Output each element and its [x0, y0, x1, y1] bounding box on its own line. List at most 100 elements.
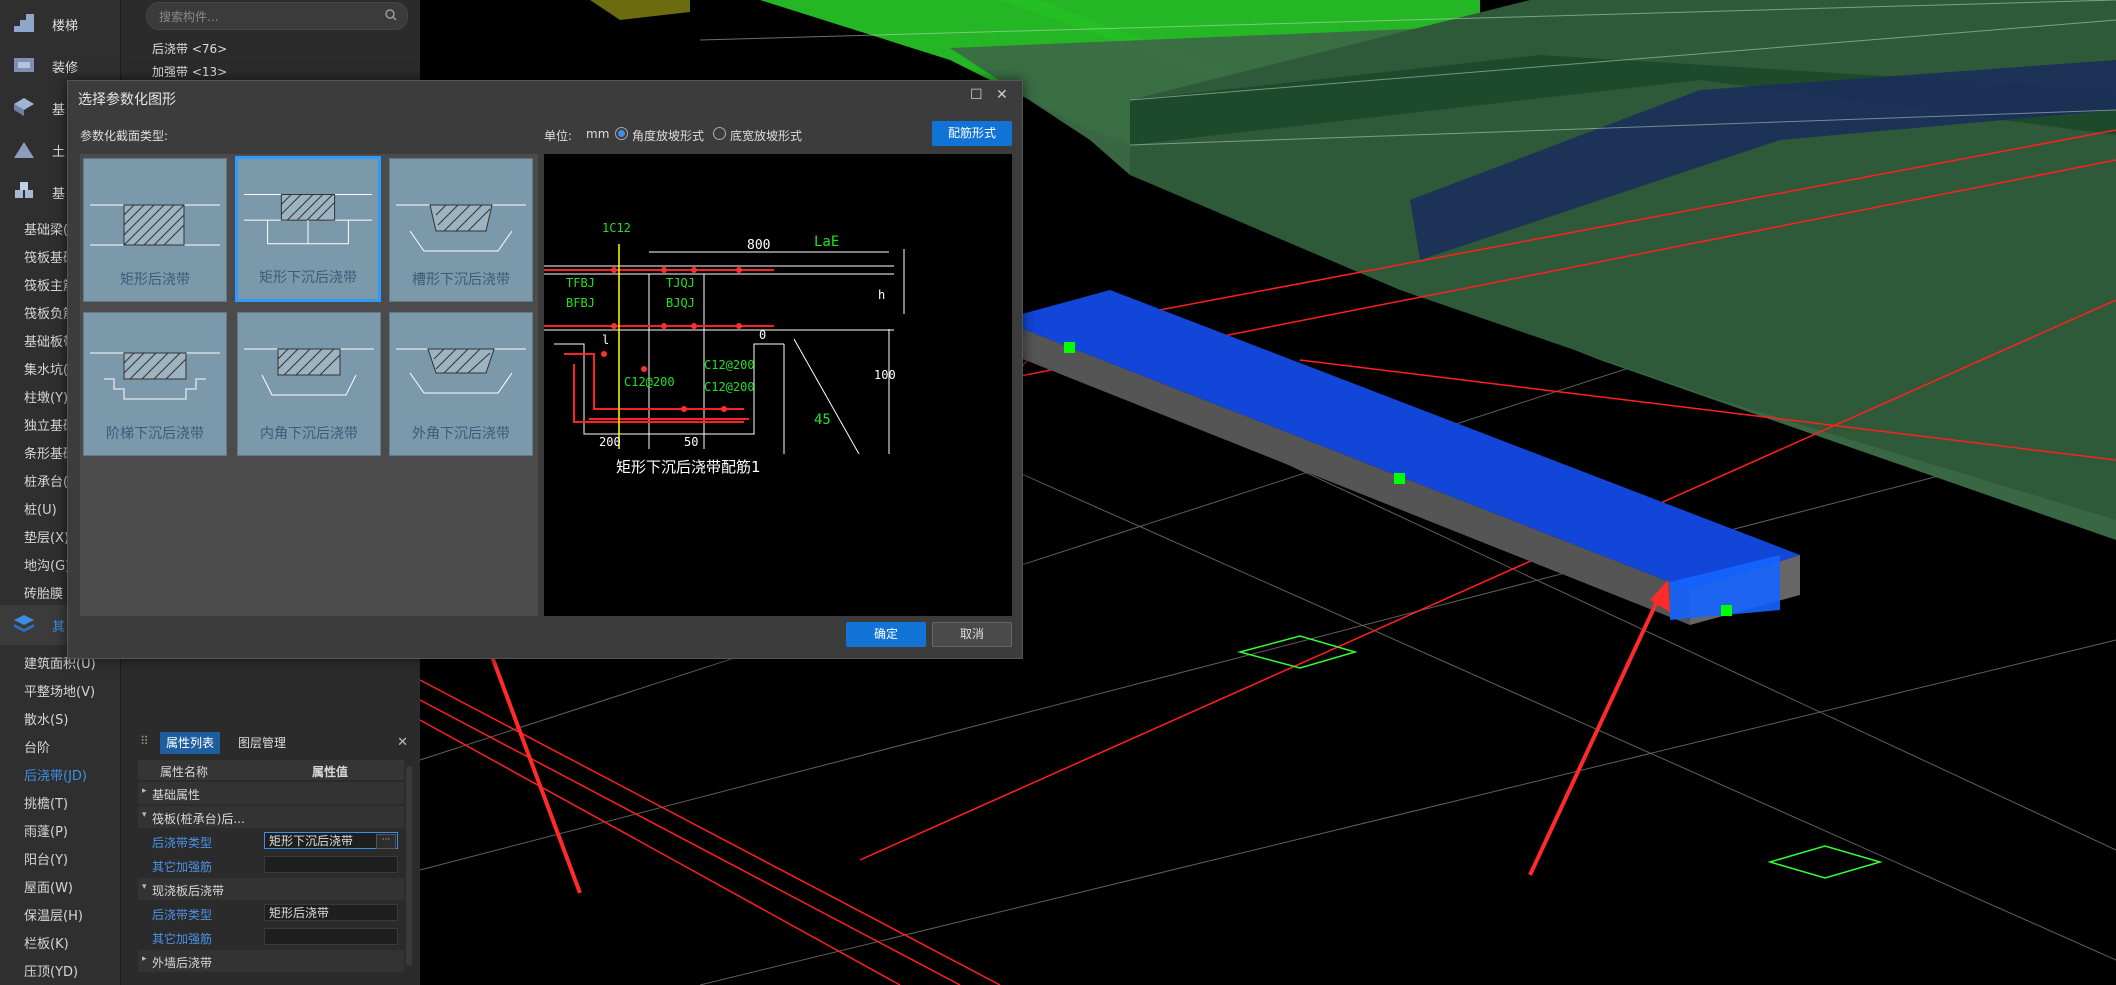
unit-value: mm: [586, 127, 610, 141]
tab-property-list[interactable]: 属性列表: [160, 732, 221, 754]
parametric-shape-dialog: 选择参数化图形 ☐ ✕ 参数化截面类型: 单位: mm 角度放坡形式 底宽放坡形…: [67, 80, 1023, 659]
nav-item[interactable]: 桩承台(: [24, 471, 68, 490]
nav-item[interactable]: 集水坑(: [24, 359, 68, 378]
nav-item[interactable]: 平整场地(V): [24, 681, 95, 700]
thumb-caption: 矩形后浇带: [120, 272, 190, 288]
col-value: 属性值: [312, 765, 349, 779]
nav-item[interactable]: 地沟(G): [24, 555, 70, 574]
scrollbar[interactable]: [406, 766, 412, 966]
nav-item[interactable]: 雨蓬(P): [24, 821, 68, 840]
nav-category-stair[interactable]: 楼梯: [0, 4, 120, 44]
label-800: 800: [747, 238, 770, 253]
nav-item[interactable]: 压顶(YD): [24, 961, 78, 980]
foundation-block-icon: [15, 182, 33, 198]
tab-layer-manager[interactable]: 图层管理: [232, 732, 292, 754]
thumb-caption: 内角下沉后浇带: [260, 426, 358, 442]
property-header: 属性名称 属性值: [138, 760, 404, 780]
extra-rebar-field[interactable]: [264, 928, 398, 945]
thumbnail-grid: 矩形后浇带 矩形下沉后浇带 槽形下沉后浇带 阶梯下沉后浇带 内角下沉后浇带 外角…: [80, 154, 538, 616]
close-icon[interactable]: ✕: [397, 735, 408, 750]
label-bjqj: BJQJ: [666, 296, 695, 310]
nav-item[interactable]: 屋面(W): [24, 877, 73, 896]
rebar-form-button[interactable]: 配筋形式: [932, 121, 1012, 146]
nav-category-label: 基: [52, 103, 66, 118]
property-group[interactable]: ▸ 基础属性: [138, 782, 404, 804]
thumb-inner-corner-sunk[interactable]: 内角下沉后浇带: [237, 312, 381, 456]
layers-icon: [14, 615, 34, 632]
thumb-caption: 阶梯下沉后浇带: [106, 426, 204, 442]
collapse-icon: ▾: [142, 882, 147, 892]
nav-item-post-pour-strip[interactable]: 后浇带(JD): [24, 765, 87, 784]
tree-item[interactable]: 后浇带 <76>: [152, 40, 227, 57]
property-panel: ⠿ 属性列表 图层管理 ✕ 属性名称 属性值 ▸ 基础属性 ▾ 筏板(桩承台)后..…: [136, 726, 416, 985]
thumb-trough-sunk[interactable]: 槽形下沉后浇带: [389, 158, 533, 302]
property-tabs: ⠿ 属性列表 图层管理 ✕: [136, 730, 416, 756]
nav-category-label: 装修: [52, 61, 79, 76]
ok-button[interactable]: 确定: [846, 622, 926, 647]
radio-angle-slope[interactable]: [615, 127, 628, 140]
drag-handle-icon[interactable]: ⠿: [140, 734, 149, 748]
nav-item[interactable]: 台阶: [24, 737, 50, 756]
nav-item[interactable]: 挑檐(T): [24, 793, 68, 812]
component-tree: 搜索构件... 后浇带 <76> 加强带 <13>: [136, 0, 416, 90]
label-45: 45: [814, 412, 831, 428]
nav-item[interactable]: 砖胎膜: [24, 583, 63, 602]
nav-item[interactable]: 基础梁(: [24, 219, 68, 238]
thumb-outer-corner-sunk[interactable]: 外角下沉后浇带: [389, 312, 533, 456]
nav-item[interactable]: 保温层(H): [24, 905, 83, 924]
post-pour-type-field[interactable]: 矩形后浇带: [264, 904, 398, 921]
property-row: 后浇带类型 矩形后浇带: [138, 902, 404, 924]
thumb-step-sunk[interactable]: 阶梯下沉后浇带: [83, 312, 227, 456]
thumb-caption: 槽形下沉后浇带: [412, 272, 510, 288]
property-group[interactable]: ▸ 外墙后浇带: [138, 950, 404, 972]
label-h: h: [878, 288, 885, 302]
tree-item[interactable]: 加强带 <13>: [152, 63, 227, 80]
label-c12-200: C12@200: [624, 375, 675, 389]
cancel-button[interactable]: 取消: [932, 622, 1012, 647]
expand-icon: ▸: [142, 786, 147, 796]
stair-icon: [14, 14, 34, 32]
nav-category-label: 基: [52, 187, 66, 202]
nav-item[interactable]: 桩(U): [24, 499, 57, 518]
dialog-title: 选择参数化图形: [78, 92, 176, 108]
label-l: l: [602, 333, 609, 347]
search-input[interactable]: 搜索构件...: [146, 2, 408, 30]
property-group[interactable]: ▾ 筏板(桩承台)后...: [138, 806, 404, 828]
nav-item[interactable]: 柱墩(Y): [24, 387, 68, 406]
thumb-rect-sunk[interactable]: 矩形下沉后浇带: [235, 156, 381, 302]
label-50: 50: [684, 435, 698, 449]
nav-item[interactable]: 散水(S): [24, 709, 68, 728]
property-row: 后浇带类型 矩形下沉后浇带 ···: [138, 830, 404, 852]
collapse-icon: ▾: [142, 810, 147, 820]
earth-icon: [14, 142, 34, 158]
thumb-rect[interactable]: 矩形后浇带: [83, 158, 227, 302]
foundation-icon: [14, 98, 34, 116]
radio-label: 角度放坡形式: [632, 129, 705, 143]
radio-width-slope[interactable]: [713, 127, 726, 140]
preview-caption: 矩形下沉后浇带配筋1: [616, 458, 761, 476]
label-0: 0: [759, 328, 766, 342]
label-bfbj: BFBJ: [566, 296, 595, 310]
close-icon[interactable]: ✕: [996, 87, 1008, 103]
thumb-caption: 外角下沉后浇带: [412, 426, 510, 442]
search-icon: [385, 9, 397, 21]
search-placeholder: 搜索构件...: [159, 10, 219, 24]
label-c12-200: C12@200: [704, 380, 755, 394]
extra-rebar-field[interactable]: [264, 856, 398, 873]
nav-item[interactable]: 阳台(Y): [24, 849, 68, 868]
nav-category-label: 楼梯: [52, 19, 79, 34]
label-c12-200: C12@200: [704, 358, 755, 372]
nav-item[interactable]: 垫层(X): [24, 527, 69, 546]
maximize-icon[interactable]: ☐: [970, 87, 983, 103]
nav-item[interactable]: 栏板(K): [24, 933, 69, 952]
unit-label: 单位:: [544, 129, 573, 143]
nav-category-label: 土: [52, 145, 66, 160]
decoration-icon: [14, 58, 34, 72]
property-group[interactable]: ▾ 现浇板后浇带: [138, 878, 404, 900]
radio-label: 底宽放坡形式: [730, 129, 803, 143]
more-button[interactable]: ···: [376, 834, 396, 849]
post-pour-type-field[interactable]: 矩形下沉后浇带 ···: [264, 832, 398, 849]
label-200: 200: [599, 435, 621, 449]
property-row: 其它加强筋: [138, 854, 404, 876]
col-name: 属性名称: [160, 765, 209, 779]
